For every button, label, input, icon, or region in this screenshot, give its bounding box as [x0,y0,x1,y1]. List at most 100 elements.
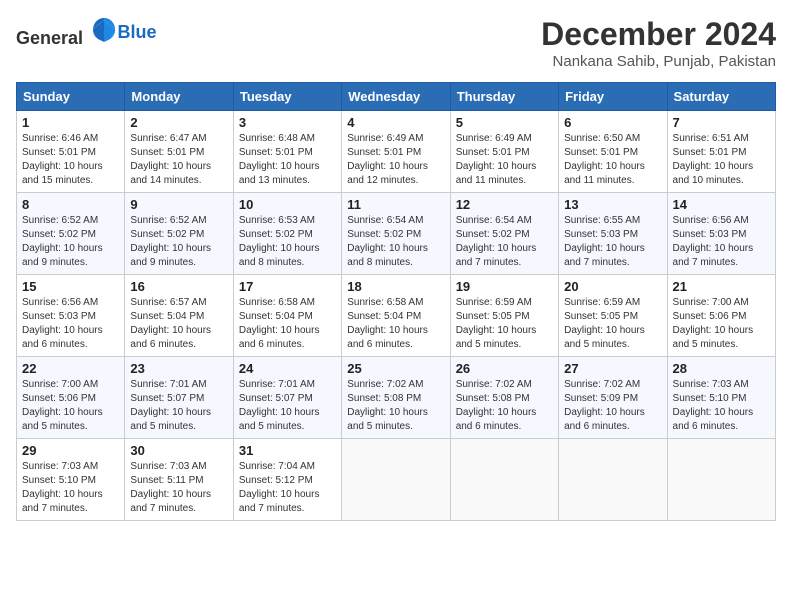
day-info: Sunrise: 7:01 AM Sunset: 5:07 PM Dayligh… [130,378,227,434]
calendar-cell: 10 Sunrise: 6:53 AM Sunset: 5:02 PM Dayl… [233,193,341,275]
calendar-cell: 11 Sunrise: 6:54 AM Sunset: 5:02 PM Dayl… [342,193,450,275]
calendar-cell: 26 Sunrise: 7:02 AM Sunset: 5:08 PM Dayl… [450,357,558,439]
day-number: 22 [22,361,119,376]
day-info: Sunrise: 6:47 AM Sunset: 5:01 PM Dayligh… [130,132,227,188]
day-info: Sunrise: 6:49 AM Sunset: 5:01 PM Dayligh… [456,132,553,188]
day-number: 13 [564,197,661,212]
day-number: 17 [239,279,336,294]
day-info: Sunrise: 6:58 AM Sunset: 5:04 PM Dayligh… [347,296,444,352]
day-info: Sunrise: 7:03 AM Sunset: 5:10 PM Dayligh… [673,378,770,434]
day-info: Sunrise: 7:04 AM Sunset: 5:12 PM Dayligh… [239,460,336,516]
day-info: Sunrise: 6:58 AM Sunset: 5:04 PM Dayligh… [239,296,336,352]
calendar-cell: 9 Sunrise: 6:52 AM Sunset: 5:02 PM Dayli… [125,193,233,275]
calendar-week-4: 22 Sunrise: 7:00 AM Sunset: 5:06 PM Dayl… [17,357,776,439]
calendar-cell: 13 Sunrise: 6:55 AM Sunset: 5:03 PM Dayl… [559,193,667,275]
calendar-cell: 22 Sunrise: 7:00 AM Sunset: 5:06 PM Dayl… [17,357,125,439]
calendar-header-wednesday: Wednesday [342,83,450,111]
day-info: Sunrise: 7:00 AM Sunset: 5:06 PM Dayligh… [673,296,770,352]
calendar-cell: 15 Sunrise: 6:56 AM Sunset: 5:03 PM Dayl… [17,275,125,357]
day-number: 28 [673,361,770,376]
calendar-cell [559,439,667,521]
calendar-body: 1 Sunrise: 6:46 AM Sunset: 5:01 PM Dayli… [17,111,776,521]
calendar-header-thursday: Thursday [450,83,558,111]
calendar-header-saturday: Saturday [667,83,775,111]
day-number: 19 [456,279,553,294]
calendar-cell: 20 Sunrise: 6:59 AM Sunset: 5:05 PM Dayl… [559,275,667,357]
day-info: Sunrise: 7:02 AM Sunset: 5:08 PM Dayligh… [456,378,553,434]
day-info: Sunrise: 7:03 AM Sunset: 5:10 PM Dayligh… [22,460,119,516]
day-info: Sunrise: 6:52 AM Sunset: 5:02 PM Dayligh… [22,214,119,270]
day-number: 25 [347,361,444,376]
logo: General Blue [16,16,157,49]
day-number: 27 [564,361,661,376]
day-number: 11 [347,197,444,212]
day-number: 20 [564,279,661,294]
month-title: December 2024 [541,16,776,53]
calendar-cell: 28 Sunrise: 7:03 AM Sunset: 5:10 PM Dayl… [667,357,775,439]
day-number: 10 [239,197,336,212]
day-info: Sunrise: 6:52 AM Sunset: 5:02 PM Dayligh… [130,214,227,270]
day-info: Sunrise: 7:01 AM Sunset: 5:07 PM Dayligh… [239,378,336,434]
calendar-cell: 7 Sunrise: 6:51 AM Sunset: 5:01 PM Dayli… [667,111,775,193]
day-info: Sunrise: 6:57 AM Sunset: 5:04 PM Dayligh… [130,296,227,352]
day-info: Sunrise: 6:54 AM Sunset: 5:02 PM Dayligh… [347,214,444,270]
calendar-cell [342,439,450,521]
day-info: Sunrise: 6:55 AM Sunset: 5:03 PM Dayligh… [564,214,661,270]
calendar-cell: 14 Sunrise: 6:56 AM Sunset: 5:03 PM Dayl… [667,193,775,275]
day-info: Sunrise: 6:54 AM Sunset: 5:02 PM Dayligh… [456,214,553,270]
day-number: 12 [456,197,553,212]
calendar-cell: 25 Sunrise: 7:02 AM Sunset: 5:08 PM Dayl… [342,357,450,439]
calendar-cell [450,439,558,521]
day-info: Sunrise: 6:49 AM Sunset: 5:01 PM Dayligh… [347,132,444,188]
calendar-cell: 24 Sunrise: 7:01 AM Sunset: 5:07 PM Dayl… [233,357,341,439]
calendar-header-sunday: Sunday [17,83,125,111]
calendar-cell: 5 Sunrise: 6:49 AM Sunset: 5:01 PM Dayli… [450,111,558,193]
page-header: General Blue December 2024 Nankana Sahib… [16,16,776,70]
calendar-week-2: 8 Sunrise: 6:52 AM Sunset: 5:02 PM Dayli… [17,193,776,275]
calendar-cell: 2 Sunrise: 6:47 AM Sunset: 5:01 PM Dayli… [125,111,233,193]
logo-icon [90,16,118,44]
day-number: 30 [130,443,227,458]
day-info: Sunrise: 6:48 AM Sunset: 5:01 PM Dayligh… [239,132,336,188]
day-number: 16 [130,279,227,294]
calendar-cell: 17 Sunrise: 6:58 AM Sunset: 5:04 PM Dayl… [233,275,341,357]
calendar-header-friday: Friday [559,83,667,111]
calendar-week-1: 1 Sunrise: 6:46 AM Sunset: 5:01 PM Dayli… [17,111,776,193]
calendar-header-monday: Monday [125,83,233,111]
day-info: Sunrise: 7:02 AM Sunset: 5:09 PM Dayligh… [564,378,661,434]
calendar-cell: 1 Sunrise: 6:46 AM Sunset: 5:01 PM Dayli… [17,111,125,193]
day-info: Sunrise: 6:53 AM Sunset: 5:02 PM Dayligh… [239,214,336,270]
day-number: 14 [673,197,770,212]
day-number: 5 [456,115,553,130]
day-number: 9 [130,197,227,212]
day-number: 15 [22,279,119,294]
day-number: 29 [22,443,119,458]
day-number: 7 [673,115,770,130]
day-number: 2 [130,115,227,130]
day-number: 24 [239,361,336,376]
day-number: 4 [347,115,444,130]
day-number: 18 [347,279,444,294]
calendar-week-5: 29 Sunrise: 7:03 AM Sunset: 5:10 PM Dayl… [17,439,776,521]
calendar-cell: 19 Sunrise: 6:59 AM Sunset: 5:05 PM Dayl… [450,275,558,357]
day-number: 1 [22,115,119,130]
calendar-cell: 23 Sunrise: 7:01 AM Sunset: 5:07 PM Dayl… [125,357,233,439]
calendar-cell: 27 Sunrise: 7:02 AM Sunset: 5:09 PM Dayl… [559,357,667,439]
calendar-cell: 3 Sunrise: 6:48 AM Sunset: 5:01 PM Dayli… [233,111,341,193]
day-info: Sunrise: 6:59 AM Sunset: 5:05 PM Dayligh… [564,296,661,352]
calendar-cell: 31 Sunrise: 7:04 AM Sunset: 5:12 PM Dayl… [233,439,341,521]
calendar-cell: 4 Sunrise: 6:49 AM Sunset: 5:01 PM Dayli… [342,111,450,193]
calendar-week-3: 15 Sunrise: 6:56 AM Sunset: 5:03 PM Dayl… [17,275,776,357]
title-block: December 2024 Nankana Sahib, Punjab, Pak… [541,16,776,70]
day-info: Sunrise: 6:56 AM Sunset: 5:03 PM Dayligh… [22,296,119,352]
location-title: Nankana Sahib, Punjab, Pakistan [541,53,776,70]
day-info: Sunrise: 6:59 AM Sunset: 5:05 PM Dayligh… [456,296,553,352]
calendar-cell: 30 Sunrise: 7:03 AM Sunset: 5:11 PM Dayl… [125,439,233,521]
day-info: Sunrise: 7:03 AM Sunset: 5:11 PM Dayligh… [130,460,227,516]
day-number: 26 [456,361,553,376]
day-info: Sunrise: 6:50 AM Sunset: 5:01 PM Dayligh… [564,132,661,188]
calendar-cell: 16 Sunrise: 6:57 AM Sunset: 5:04 PM Dayl… [125,275,233,357]
day-number: 31 [239,443,336,458]
calendar-cell: 21 Sunrise: 7:00 AM Sunset: 5:06 PM Dayl… [667,275,775,357]
calendar-header-tuesday: Tuesday [233,83,341,111]
